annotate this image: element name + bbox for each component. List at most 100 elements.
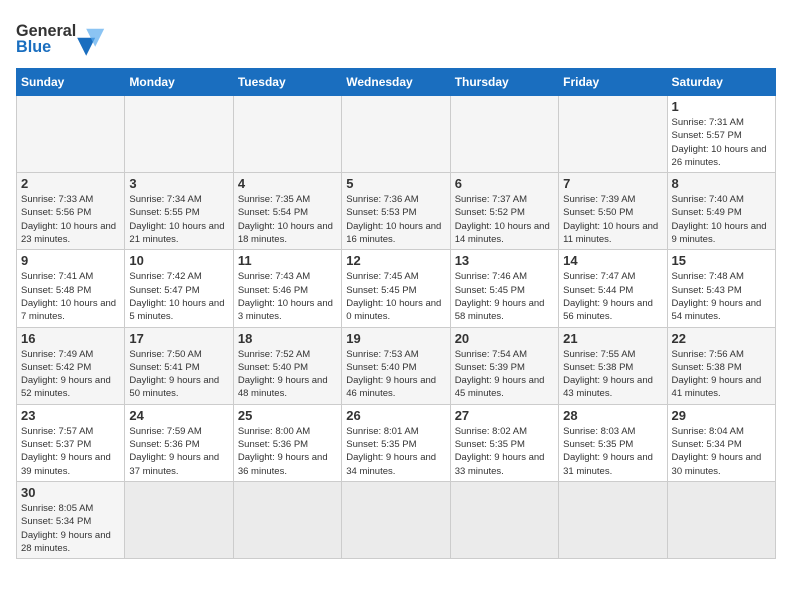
- calendar-cell: 5 Sunrise: 7:36 AM Sunset: 5:53 PM Daylig…: [342, 173, 450, 250]
- day-info: Sunrise: 7:40 AM Sunset: 5:49 PM Dayligh…: [672, 193, 771, 246]
- calendar-cell: 30 Sunrise: 8:05 AM Sunset: 5:34 PM Dayli…: [17, 481, 125, 558]
- day-info: Sunrise: 7:48 AM Sunset: 5:43 PM Dayligh…: [672, 270, 771, 323]
- day-info: Sunrise: 8:00 AM Sunset: 5:36 PM Dayligh…: [238, 425, 337, 478]
- calendar-cell: 23 Sunrise: 7:57 AM Sunset: 5:37 PM Dayli…: [17, 404, 125, 481]
- day-number: 26: [346, 408, 445, 423]
- day-number: 3: [129, 176, 228, 191]
- day-number: 10: [129, 253, 228, 268]
- calendar-cell: 1Sunrise: 7:31 AM Sunset: 5:57 PM Daylig…: [667, 96, 775, 173]
- calendar-cell: 25 Sunrise: 8:00 AM Sunset: 5:36 PM Dayli…: [233, 404, 341, 481]
- calendar-week-row: 2Sunrise: 7:33 AM Sunset: 5:56 PM Daylig…: [17, 173, 776, 250]
- day-number: 11: [238, 253, 337, 268]
- day-info: Sunrise: 7:46 AM Sunset: 5:45 PM Dayligh…: [455, 270, 554, 323]
- calendar-cell: 26 Sunrise: 8:01 AM Sunset: 5:35 PM Dayli…: [342, 404, 450, 481]
- day-number: 18: [238, 331, 337, 346]
- day-header: Saturday: [667, 69, 775, 96]
- calendar-header-row: SundayMondayTuesdayWednesdayThursdayFrid…: [17, 69, 776, 96]
- calendar-cell: 12Sunrise: 7:45 AM Sunset: 5:45 PM Dayli…: [342, 250, 450, 327]
- day-info: Sunrise: 7:47 AM Sunset: 5:44 PM Dayligh…: [563, 270, 662, 323]
- calendar-cell: 9 Sunrise: 7:41 AM Sunset: 5:48 PM Daylig…: [17, 250, 125, 327]
- day-number: 5: [346, 176, 445, 191]
- calendar-cell: [667, 481, 775, 558]
- calendar-cell: 15 Sunrise: 7:48 AM Sunset: 5:43 PM Dayli…: [667, 250, 775, 327]
- day-info: Sunrise: 7:52 AM Sunset: 5:40 PM Dayligh…: [238, 348, 337, 401]
- calendar-cell: 10 Sunrise: 7:42 AM Sunset: 5:47 PM Dayli…: [125, 250, 233, 327]
- svg-text:General: General: [16, 22, 76, 40]
- calendar-week-row: 9 Sunrise: 7:41 AM Sunset: 5:48 PM Daylig…: [17, 250, 776, 327]
- day-number: 8: [672, 176, 771, 191]
- calendar-cell: 6 Sunrise: 7:37 AM Sunset: 5:52 PM Daylig…: [450, 173, 558, 250]
- day-header: Tuesday: [233, 69, 341, 96]
- day-info: Sunrise: 7:33 AM Sunset: 5:56 PM Dayligh…: [21, 193, 120, 246]
- calendar-cell: 24 Sunrise: 7:59 AM Sunset: 5:36 PM Dayli…: [125, 404, 233, 481]
- calendar-cell: 19 Sunrise: 7:53 AM Sunset: 5:40 PM Dayli…: [342, 327, 450, 404]
- day-info: Sunrise: 7:31 AM Sunset: 5:57 PM Dayligh…: [672, 116, 771, 169]
- day-number: 30: [21, 485, 120, 500]
- calendar-cell: 2Sunrise: 7:33 AM Sunset: 5:56 PM Daylig…: [17, 173, 125, 250]
- day-info: Sunrise: 7:55 AM Sunset: 5:38 PM Dayligh…: [563, 348, 662, 401]
- day-header: Thursday: [450, 69, 558, 96]
- day-number: 9: [21, 253, 120, 268]
- day-number: 16: [21, 331, 120, 346]
- calendar-cell: [342, 481, 450, 558]
- calendar-week-row: 30 Sunrise: 8:05 AM Sunset: 5:34 PM Dayli…: [17, 481, 776, 558]
- day-number: 24: [129, 408, 228, 423]
- calendar-cell: [233, 481, 341, 558]
- calendar-cell: [17, 96, 125, 173]
- calendar-cell: 7 Sunrise: 7:39 AM Sunset: 5:50 PM Daylig…: [559, 173, 667, 250]
- calendar-cell: [125, 481, 233, 558]
- day-number: 15: [672, 253, 771, 268]
- day-header: Wednesday: [342, 69, 450, 96]
- calendar-cell: 21Sunrise: 7:55 AM Sunset: 5:38 PM Dayli…: [559, 327, 667, 404]
- calendar-cell: [233, 96, 341, 173]
- calendar-cell: 13Sunrise: 7:46 AM Sunset: 5:45 PM Dayli…: [450, 250, 558, 327]
- day-info: Sunrise: 8:04 AM Sunset: 5:34 PM Dayligh…: [672, 425, 771, 478]
- day-number: 14: [563, 253, 662, 268]
- day-info: Sunrise: 7:49 AM Sunset: 5:42 PM Dayligh…: [21, 348, 120, 401]
- day-info: Sunrise: 7:57 AM Sunset: 5:37 PM Dayligh…: [21, 425, 120, 478]
- calendar-cell: 8 Sunrise: 7:40 AM Sunset: 5:49 PM Daylig…: [667, 173, 775, 250]
- day-number: 6: [455, 176, 554, 191]
- logo-image: General Blue: [16, 16, 106, 56]
- calendar-cell: [450, 481, 558, 558]
- day-info: Sunrise: 7:59 AM Sunset: 5:36 PM Dayligh…: [129, 425, 228, 478]
- calendar-cell: 28Sunrise: 8:03 AM Sunset: 5:35 PM Dayli…: [559, 404, 667, 481]
- day-header: Friday: [559, 69, 667, 96]
- day-info: Sunrise: 7:43 AM Sunset: 5:46 PM Dayligh…: [238, 270, 337, 323]
- calendar-cell: 4Sunrise: 7:35 AM Sunset: 5:54 PM Daylig…: [233, 173, 341, 250]
- calendar-cell: 20Sunrise: 7:54 AM Sunset: 5:39 PM Dayli…: [450, 327, 558, 404]
- day-info: Sunrise: 7:41 AM Sunset: 5:48 PM Dayligh…: [21, 270, 120, 323]
- day-number: 28: [563, 408, 662, 423]
- day-number: 7: [563, 176, 662, 191]
- calendar-cell: 14 Sunrise: 7:47 AM Sunset: 5:44 PM Dayli…: [559, 250, 667, 327]
- day-number: 25: [238, 408, 337, 423]
- day-header: Monday: [125, 69, 233, 96]
- calendar-cell: [559, 96, 667, 173]
- calendar-cell: [559, 481, 667, 558]
- day-info: Sunrise: 7:53 AM Sunset: 5:40 PM Dayligh…: [346, 348, 445, 401]
- day-info: Sunrise: 8:05 AM Sunset: 5:34 PM Dayligh…: [21, 502, 120, 555]
- day-info: Sunrise: 8:02 AM Sunset: 5:35 PM Dayligh…: [455, 425, 554, 478]
- day-number: 4: [238, 176, 337, 191]
- calendar-cell: 17 Sunrise: 7:50 AM Sunset: 5:41 PM Dayli…: [125, 327, 233, 404]
- day-info: Sunrise: 8:01 AM Sunset: 5:35 PM Dayligh…: [346, 425, 445, 478]
- day-info: Sunrise: 7:39 AM Sunset: 5:50 PM Dayligh…: [563, 193, 662, 246]
- day-number: 20: [455, 331, 554, 346]
- day-info: Sunrise: 7:42 AM Sunset: 5:47 PM Dayligh…: [129, 270, 228, 323]
- calendar-cell: 29Sunrise: 8:04 AM Sunset: 5:34 PM Dayli…: [667, 404, 775, 481]
- svg-text:Blue: Blue: [16, 38, 51, 56]
- day-info: Sunrise: 7:37 AM Sunset: 5:52 PM Dayligh…: [455, 193, 554, 246]
- day-info: Sunrise: 7:36 AM Sunset: 5:53 PM Dayligh…: [346, 193, 445, 246]
- day-info: Sunrise: 7:50 AM Sunset: 5:41 PM Dayligh…: [129, 348, 228, 401]
- calendar-cell: 3 Sunrise: 7:34 AM Sunset: 5:55 PM Daylig…: [125, 173, 233, 250]
- day-number: 17: [129, 331, 228, 346]
- logo: General Blue: [16, 16, 106, 56]
- day-info: Sunrise: 7:34 AM Sunset: 5:55 PM Dayligh…: [129, 193, 228, 246]
- day-number: 19: [346, 331, 445, 346]
- calendar-cell: [342, 96, 450, 173]
- day-header: Sunday: [17, 69, 125, 96]
- calendar-cell: 16 Sunrise: 7:49 AM Sunset: 5:42 PM Dayli…: [17, 327, 125, 404]
- day-number: 23: [21, 408, 120, 423]
- calendar-cell: [125, 96, 233, 173]
- calendar-cell: 22Sunrise: 7:56 AM Sunset: 5:38 PM Dayli…: [667, 327, 775, 404]
